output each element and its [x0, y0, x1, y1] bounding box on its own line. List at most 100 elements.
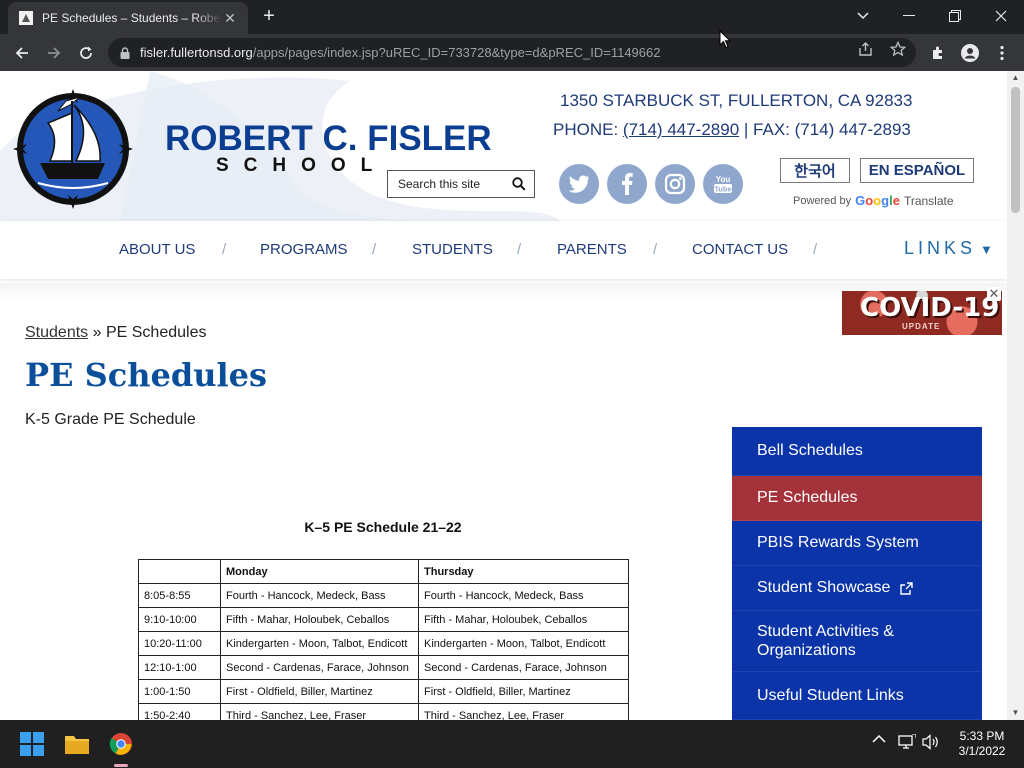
nav-separator: / [372, 241, 377, 258]
table-cell: Kindergarten - Moon, Talbot, Endicott [418, 631, 629, 656]
tray-overflow-icon[interactable] [872, 734, 886, 744]
covid-banner-close-icon[interactable]: ✕ [987, 287, 1001, 301]
nav-item-students[interactable]: STUDENTS [412, 241, 493, 258]
network-icon[interactable] [898, 734, 916, 750]
nav-item-parents[interactable]: PARENTS [557, 241, 627, 258]
site-search-input[interactable]: Search this site [387, 170, 535, 198]
nav-separator: / [517, 241, 522, 258]
scroll-up-icon[interactable]: ▲ [1007, 71, 1024, 85]
svg-text:Tube: Tube [714, 185, 731, 194]
breadcrumb-link-students[interactable]: Students [25, 324, 88, 341]
back-icon[interactable] [9, 40, 35, 66]
chrome-icon[interactable] [103, 726, 139, 767]
browser-tab-strip: PE Schedules – Students – Robert C. Fisl… [0, 0, 1024, 34]
side-nav-item-pe-schedules[interactable]: PE Schedules [732, 476, 982, 521]
restore-icon[interactable] [932, 0, 978, 32]
breadcrumb-current: PE Schedules [105, 324, 207, 341]
side-nav-item-student-showcase[interactable]: Student Showcase [732, 566, 982, 611]
scroll-down-icon[interactable]: ▼ [1007, 706, 1024, 720]
profile-icon[interactable] [957, 40, 983, 66]
external-link-icon [900, 581, 914, 595]
side-nav-item-pbis-rewards[interactable]: PBIS Rewards System [732, 521, 982, 566]
tab-search-icon[interactable] [840, 0, 886, 32]
fax-text: | FAX: (714) 447-2893 [739, 120, 911, 139]
scroll-thumb[interactable] [1011, 87, 1020, 213]
table-cell-time: 8:05-8:55 [138, 583, 221, 608]
table-header-row: Monday Thursday [138, 559, 629, 584]
side-nav-item-useful-links[interactable]: Useful Student Links [732, 672, 982, 720]
side-nav-label: Useful Student Links [757, 686, 904, 704]
youtube-icon[interactable]: You Tube [703, 164, 743, 204]
page-subheading: K-5 Grade PE Schedule [25, 411, 196, 428]
nav-separator: / [813, 241, 818, 258]
table-cell: Fourth - Hancock, Medeck, Bass [418, 583, 629, 608]
forward-icon[interactable] [41, 40, 67, 66]
table-row: 9:10-10:00 Fifth - Mahar, Holoubek, Ceba… [138, 607, 629, 632]
nav-links-dropdown[interactable]: LINKS ▼ [904, 238, 993, 259]
covid-banner-title: COVID-19 [860, 293, 1000, 323]
korean-language-button[interactable]: 한국어 [780, 158, 850, 183]
table-header-cell: Monday [220, 559, 419, 584]
nav-item-about-us[interactable]: ABOUT US [119, 241, 195, 258]
search-icon[interactable] [512, 177, 526, 194]
google-logo-icon: Google [855, 193, 900, 208]
page-scrollbar[interactable]: ▲ ▼ [1007, 71, 1024, 720]
breadcrumb: Students » PE Schedules [25, 324, 206, 342]
browser-tab[interactable]: PE Schedules – Students – Robert C. Fisl… [8, 2, 248, 34]
table-cell: Fifth - Mahar, Holoubek, Ceballos [220, 607, 419, 632]
side-nav-label: PE Schedules [757, 489, 858, 506]
new-tab-button[interactable]: + [258, 6, 280, 28]
menu-kebab-icon[interactable] [989, 40, 1015, 66]
side-nav-item-bell-schedules[interactable]: Bell Schedules [732, 427, 982, 476]
facebook-icon[interactable] [607, 164, 647, 204]
students-side-nav: Bell Schedules PE Schedules PBIS Rewards… [732, 427, 982, 720]
close-window-icon[interactable] [978, 0, 1024, 32]
nav-item-programs[interactable]: PROGRAMS [260, 241, 348, 258]
translate-label: Translate [903, 193, 954, 208]
spanish-language-button[interactable]: EN ESPAÑOL [860, 158, 974, 183]
reload-icon[interactable] [73, 40, 99, 66]
pe-schedule-table: Monday Thursday 8:05-8:55 Fourth - Hanco… [138, 559, 629, 720]
instagram-icon[interactable] [655, 164, 695, 204]
table-row: 1:50-2:40 Third - Sanchez, Lee, Fraser T… [138, 703, 629, 720]
nav-item-contact-us[interactable]: CONTACT US [692, 241, 788, 258]
table-row: 8:05-8:55 Fourth - Hancock, Medeck, Bass… [138, 583, 629, 608]
address-bar[interactable]: fisler.fullertonsd.org/apps/pages/index.… [108, 38, 916, 67]
tab-close-icon[interactable]: ✕ [222, 10, 238, 26]
minimize-icon[interactable] [886, 0, 932, 32]
covid-update-banner[interactable]: COVID-19 UPDATE [842, 291, 1002, 335]
nav-separator: / [653, 241, 658, 258]
schedule-title: K–5 PE Schedule 21–22 [304, 519, 462, 535]
url-path: /apps/pages/index.jsp?uREC_ID=733728&typ… [252, 45, 661, 60]
school-address: 1350 STARBUCK ST, FULLERTON, CA 92833 [560, 91, 913, 110]
table-cell-time: 10:20-11:00 [138, 631, 221, 656]
table-cell: Third - Sanchez, Lee, Fraser [418, 703, 629, 720]
table-header-cell [138, 559, 221, 584]
phone-link[interactable]: (714) 447-2890 [623, 120, 739, 139]
extensions-icon[interactable] [925, 40, 951, 66]
table-cell: Second - Cardenas, Farace, Johnson [220, 655, 419, 680]
lock-icon[interactable] [120, 46, 130, 59]
twitter-icon[interactable] [559, 164, 599, 204]
volume-icon[interactable] [922, 734, 940, 750]
site-header: ROBERT C. FISLER SCHOOL Search this site… [0, 71, 1007, 221]
side-nav-label: Student Showcase [757, 579, 891, 596]
school-name[interactable]: ROBERT C. FISLER [165, 119, 492, 159]
bookmark-star-icon[interactable] [889, 40, 907, 58]
windows-start-icon[interactable] [14, 726, 50, 762]
table-cell: Third - Sanchez, Lee, Fraser [220, 703, 419, 720]
table-cell: Kindergarten - Moon, Talbot, Endicott [220, 631, 419, 656]
google-translate-credit[interactable]: Powered by Google Translate [793, 193, 954, 208]
school-contact: PHONE: (714) 447-2890 | FAX: (714) 447-2… [553, 120, 911, 140]
side-nav-label: Bell Schedules [757, 442, 863, 459]
nav-links-label: LINKS [904, 238, 977, 258]
table-cell: First - Oldfield, Biller, Martinez [418, 679, 629, 704]
share-icon[interactable] [857, 40, 875, 58]
page-title: PE Schedules [25, 356, 267, 394]
school-logo[interactable] [10, 83, 136, 211]
system-clock[interactable]: 5:33 PM 3/1/2022 [950, 729, 1014, 759]
file-explorer-icon[interactable] [59, 726, 95, 762]
side-nav-item-student-activities[interactable]: Student Activities & Organizations [732, 611, 982, 672]
svg-text:You: You [716, 175, 731, 184]
covid-banner-sub: UPDATE [902, 322, 941, 331]
